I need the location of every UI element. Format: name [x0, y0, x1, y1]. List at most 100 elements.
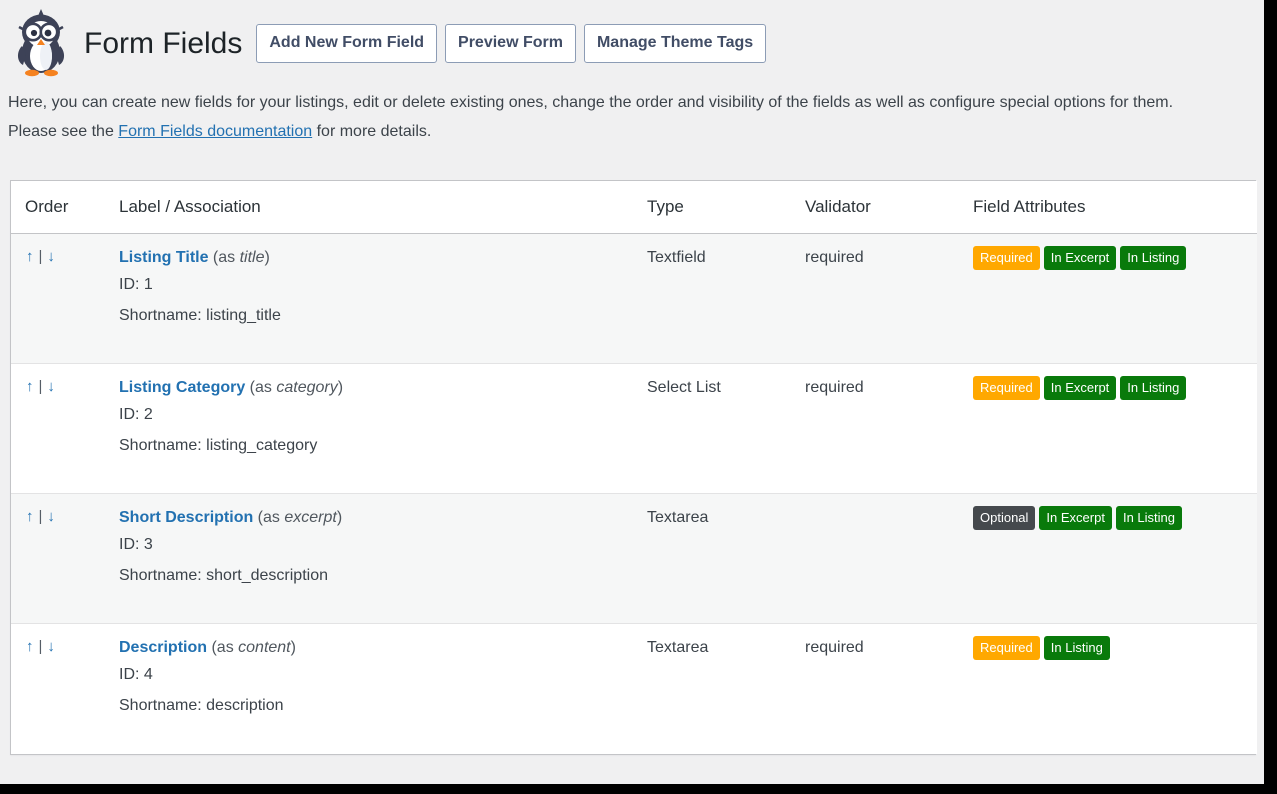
status-badge: In Excerpt: [1043, 246, 1117, 270]
order-separator: |: [38, 508, 43, 525]
field-shortname: Shortname: listing_category: [119, 437, 318, 454]
table-row: ↑ | ↓ Description (as content) ID: 4 Shortnam…: [11, 623, 1257, 754]
field-type: Select List: [647, 379, 721, 396]
form-fields-table-container: Order Label / Association Type Validator…: [10, 180, 1257, 755]
association-key: excerpt: [284, 509, 337, 526]
field-validator: required: [805, 639, 864, 656]
move-down-icon[interactable]: ↓: [46, 248, 56, 265]
admin-page: Form Fields Add New Form Field Preview F…: [0, 0, 1264, 784]
cell-validator: required: [805, 624, 973, 754]
association-key: title: [239, 249, 265, 266]
label-line: Description (as content): [119, 636, 637, 659]
cell-label-association: Description (as content) ID: 4 Shortname: …: [119, 624, 647, 754]
field-label-link[interactable]: Listing Category: [119, 379, 245, 396]
field-association: (as title): [208, 249, 270, 266]
column-header-field-attributes: Field Attributes: [973, 181, 1257, 234]
cell-type: Textarea: [647, 624, 805, 754]
move-up-icon[interactable]: ↑: [25, 508, 35, 525]
status-badge: In Listing: [1120, 376, 1187, 400]
order-controls: ↑ | ↓: [25, 636, 109, 658]
cell-validator: [805, 493, 973, 624]
field-association: (as content): [207, 639, 296, 656]
intro-doc-line: Please see the Form Fields documentation…: [8, 119, 1234, 144]
intro-doc-suffix: for more details.: [312, 123, 432, 140]
field-association: (as category): [245, 379, 344, 396]
field-id: ID: 2: [119, 406, 153, 423]
cell-field-attributes: Required In Excerpt In Listing: [973, 233, 1257, 364]
cell-type: Select List: [647, 363, 805, 494]
order-controls: ↑ | ↓: [25, 376, 109, 398]
field-type: Textarea: [647, 509, 709, 526]
field-id: ID: 3: [119, 536, 153, 553]
field-validator: required: [805, 379, 864, 396]
field-type: Textarea: [647, 639, 709, 656]
intro-description: Here, you can create new fields for your…: [0, 78, 1252, 144]
status-badge: In Listing: [1120, 246, 1187, 270]
status-badge: Required: [973, 246, 1040, 270]
order-separator: |: [38, 638, 43, 655]
page-header: Form Fields Add New Form Field Preview F…: [0, 0, 1264, 78]
form-fields-documentation-link[interactable]: Form Fields documentation: [118, 123, 312, 140]
preview-form-button[interactable]: Preview Form: [445, 23, 576, 63]
order-controls: ↑ | ↓: [25, 246, 109, 268]
cell-order: ↑ | ↓: [11, 363, 119, 494]
field-attribute-badges: Required In Excerpt In Listing: [973, 246, 1247, 270]
move-up-icon[interactable]: ↑: [25, 378, 35, 395]
window-chrome-bottom: [0, 784, 1277, 794]
move-up-icon[interactable]: ↑: [25, 638, 35, 655]
status-badge: Required: [973, 376, 1040, 400]
table-row: ↑ | ↓ Listing Category (as category) ID: 2 Sh…: [11, 363, 1257, 494]
cell-type: Textarea: [647, 493, 805, 624]
status-badge: Optional: [973, 506, 1036, 530]
cell-type: Textfield: [647, 233, 805, 364]
status-badge: In Listing: [1043, 636, 1110, 660]
association-key: category: [276, 379, 338, 396]
move-up-icon[interactable]: ↑: [25, 248, 35, 265]
field-shortname: Shortname: listing_title: [119, 307, 281, 324]
cell-label-association: Listing Title (as title) ID: 1 Shortname: …: [119, 233, 647, 364]
field-shortname: Shortname: short_description: [119, 567, 328, 584]
label-line: Short Description (as excerpt): [119, 506, 637, 529]
column-header-type: Type: [647, 181, 805, 234]
field-attribute-badges: Required In Excerpt In Listing: [973, 376, 1247, 400]
field-type: Textfield: [647, 249, 706, 266]
cell-label-association: Short Description (as excerpt) ID: 3 Short…: [119, 493, 647, 624]
column-header-validator: Validator: [805, 181, 973, 234]
field-validator: required: [805, 249, 864, 266]
order-separator: |: [38, 248, 43, 265]
manage-theme-tags-button[interactable]: Manage Theme Tags: [583, 23, 767, 63]
table-body: ↑ | ↓ Listing Title (as title) ID: 1 Shortnam…: [11, 233, 1257, 754]
status-badge: In Excerpt: [1039, 506, 1112, 530]
add-new-form-field-button[interactable]: Add New Form Field: [256, 23, 438, 63]
cell-validator: required: [805, 233, 973, 364]
label-line: Listing Title (as title): [119, 246, 637, 269]
order-controls: ↑ | ↓: [25, 506, 109, 528]
move-down-icon[interactable]: ↓: [46, 508, 56, 525]
label-line: Listing Category (as category): [119, 376, 637, 399]
field-label-link[interactable]: Description: [119, 639, 207, 656]
window-chrome-right: [1264, 0, 1277, 794]
status-badge: Required: [973, 636, 1040, 660]
cell-order: ↑ | ↓: [11, 493, 119, 624]
intro-doc-prefix: Please see the: [8, 123, 119, 140]
form-fields-table: Order Label / Association Type Validator…: [11, 181, 1257, 754]
move-down-icon[interactable]: ↓: [46, 378, 56, 395]
penguin-logo-icon: [17, 9, 65, 77]
column-header-label-association: Label / Association: [119, 181, 647, 234]
status-badge: In Listing: [1115, 506, 1182, 530]
table-row: ↑ | ↓ Listing Title (as title) ID: 1 Shortnam…: [11, 233, 1257, 364]
move-down-icon[interactable]: ↓: [46, 638, 56, 655]
field-label-link[interactable]: Listing Title: [119, 249, 208, 266]
association-key: content: [238, 639, 291, 656]
cell-order: ↑ | ↓: [11, 624, 119, 754]
field-label-link[interactable]: Short Description: [119, 509, 253, 526]
intro-paragraph: Here, you can create new fields for your…: [8, 94, 1174, 111]
field-id: ID: 4: [119, 666, 153, 683]
cell-order: ↑ | ↓: [11, 233, 119, 364]
cell-validator: required: [805, 363, 973, 494]
column-header-order: Order: [11, 181, 119, 234]
cell-field-attributes: Optional In Excerpt In Listing: [973, 493, 1257, 624]
field-shortname: Shortname: description: [119, 697, 284, 714]
order-separator: |: [38, 378, 43, 395]
field-attribute-badges: Required In Listing: [973, 636, 1247, 660]
